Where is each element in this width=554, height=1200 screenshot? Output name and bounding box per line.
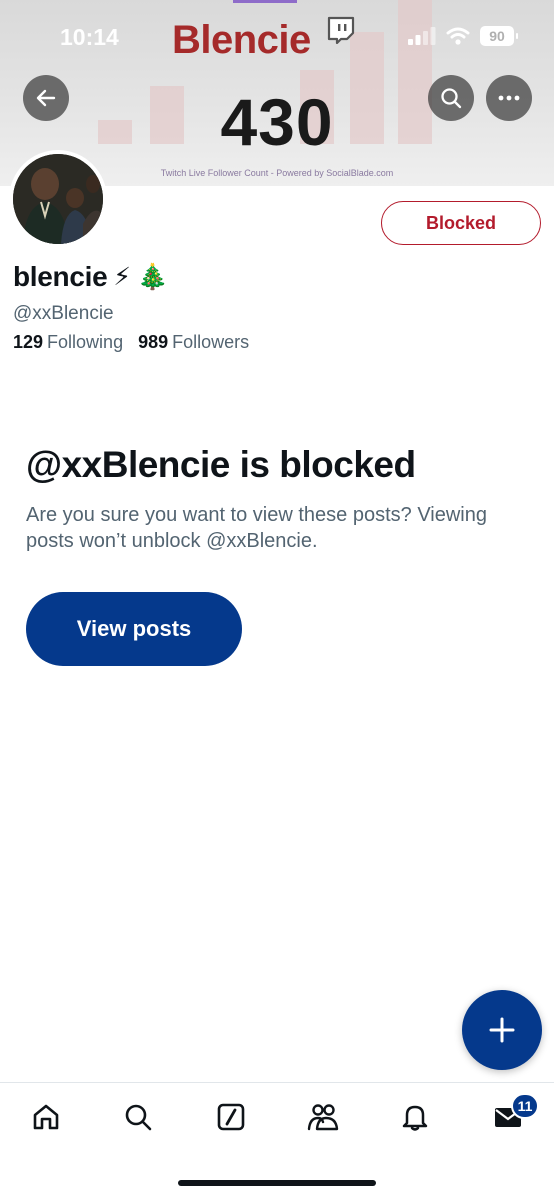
messages-unread-badge: 11: [511, 1093, 539, 1119]
profile-display-name: blencie ⚡ 🎄: [13, 261, 168, 293]
profile-stats: 129 Following 989 Followers: [13, 332, 249, 353]
banner-brand-text: Blencie: [172, 18, 311, 62]
more-horizontal-icon: [498, 95, 520, 101]
home-indicator[interactable]: [178, 1180, 376, 1186]
tab-grok[interactable]: [211, 1099, 251, 1135]
tab-notifications[interactable]: [395, 1099, 435, 1135]
following-count: 129: [13, 332, 44, 352]
followers-label: Followers: [172, 332, 250, 352]
search-icon: [441, 88, 462, 109]
blocked-notice-title: @xxBlencie is blocked: [26, 444, 416, 485]
view-posts-button[interactable]: View posts: [26, 592, 242, 666]
status-time: 10:14: [60, 24, 119, 50]
tab-search[interactable]: [118, 1099, 158, 1135]
avatar[interactable]: [9, 150, 107, 248]
blocked-notice-body: Are you sure you want to view these post…: [26, 504, 487, 552]
grok-icon: [217, 1103, 245, 1131]
search-icon: [125, 1104, 152, 1131]
followers-count: 989: [138, 332, 169, 352]
tab-communities[interactable]: [303, 1099, 343, 1135]
wifi-icon: [446, 27, 470, 45]
arrow-left-icon: [36, 89, 56, 107]
following-link[interactable]: 129 Following: [13, 332, 123, 353]
home-icon: [33, 1104, 59, 1130]
followers-link[interactable]: 989 Followers: [138, 332, 249, 353]
avatar-photo: [13, 154, 103, 244]
display-name-emojis: ⚡ 🎄: [113, 263, 169, 291]
back-button[interactable]: [23, 75, 69, 121]
avatar-photo-image: [13, 154, 103, 244]
profile-handle: @xxBlencie: [13, 303, 114, 324]
banner-top-strip: [233, 0, 297, 3]
search-button[interactable]: [428, 75, 474, 121]
battery-indicator: 90: [480, 26, 518, 46]
following-label: Following: [47, 332, 124, 352]
notifications-bell-icon: [402, 1105, 428, 1131]
more-options-button[interactable]: [486, 75, 532, 121]
cellular-signal-icon: [408, 27, 436, 45]
display-name-text: blencie: [13, 261, 108, 292]
communities-icon: [307, 1104, 339, 1131]
blocked-button[interactable]: Blocked: [381, 201, 541, 245]
plus-icon: [489, 1017, 515, 1043]
twitch-logo-icon: [327, 16, 355, 44]
tab-home[interactable]: [26, 1099, 66, 1135]
compose-post-button[interactable]: [462, 990, 542, 1070]
status-icons: 90: [408, 25, 518, 47]
